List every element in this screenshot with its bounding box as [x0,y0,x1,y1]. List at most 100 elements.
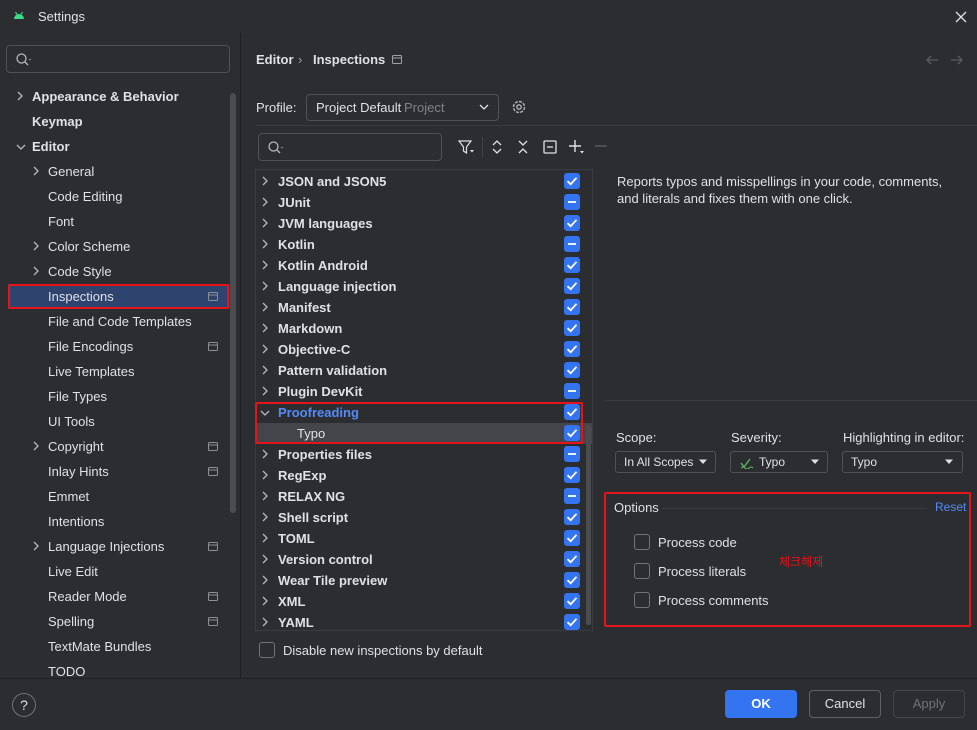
checkbox-partial[interactable] [564,236,580,252]
inspection-row-kotlin[interactable]: Kotlin [256,234,592,255]
sidebar-item-reader-mode[interactable]: Reader Mode [8,584,230,609]
chevron-right-icon[interactable] [261,176,269,186]
sidebar-item-appearance-behavior[interactable]: Appearance & Behavior [8,84,230,109]
inspection-row-typo[interactable]: Typo [256,423,592,444]
inspection-row-wear-tile-preview[interactable]: Wear Tile preview [256,570,592,591]
sidebar-item-emmet[interactable]: Emmet [8,484,230,509]
checkbox-checked[interactable] [564,509,580,525]
checkbox-box[interactable] [634,563,650,579]
chevron-right-icon[interactable] [32,541,40,551]
chevron-right-icon[interactable] [261,617,269,627]
checkbox-box[interactable] [634,592,650,608]
inspection-row-jvm-languages[interactable]: JVM languages [256,213,592,234]
expand-all-icon[interactable] [490,138,504,156]
chevron-right-icon[interactable] [261,302,269,312]
help-button[interactable]: ? [12,693,36,717]
checkbox-checked[interactable] [564,467,580,483]
profile-dropdown[interactable]: Project Default Project [306,94,499,121]
chevron-down-icon[interactable] [16,143,26,151]
chevron-right-icon[interactable] [32,241,40,251]
reset-to-default-icon[interactable] [542,138,558,156]
inspection-row-objective-c[interactable]: Objective-C [256,339,592,360]
gear-icon[interactable] [510,98,528,116]
chevron-right-icon[interactable] [261,218,269,228]
inspection-row-regexp[interactable]: RegExp [256,465,592,486]
sidebar-item-code-style[interactable]: Code Style [8,259,230,284]
sidebar-item-code-editing[interactable]: Code Editing [8,184,230,209]
chevron-right-icon[interactable] [261,554,269,564]
checkbox-partial[interactable] [564,446,580,462]
remove-icon[interactable] [594,138,608,156]
checkbox-checked[interactable] [564,404,580,420]
close-icon[interactable] [952,8,970,26]
checkbox-checked[interactable] [564,572,580,588]
chevron-right-icon[interactable] [261,386,269,396]
sidebar-item-todo[interactable]: TODO [8,659,230,684]
cancel-button[interactable]: Cancel [809,690,881,718]
reset-link[interactable]: Reset [935,500,966,514]
severity-dropdown[interactable]: Typo [730,451,828,473]
inspection-row-toml[interactable]: TOML [256,528,592,549]
add-icon[interactable] [567,138,585,156]
sidebar-item-spelling[interactable]: Spelling [8,609,230,634]
chevron-right-icon[interactable] [261,323,269,333]
forward-arrow-icon[interactable] [950,54,964,66]
chevron-right-icon[interactable] [261,365,269,375]
checkbox-checked[interactable] [564,425,580,441]
chevron-down-icon[interactable] [260,409,270,417]
sidebar-item-general[interactable]: General [8,159,230,184]
sidebar-item-language-injections[interactable]: Language Injections [8,534,230,559]
chevron-right-icon[interactable] [261,239,269,249]
sidebar-item-copyright[interactable]: Copyright [8,434,230,459]
back-arrow-icon[interactable] [925,54,939,66]
inspection-row-junit[interactable]: JUnit [256,192,592,213]
sidebar-item-inlay-hints[interactable]: Inlay Hints [8,459,230,484]
chevron-right-icon[interactable] [261,491,269,501]
sidebar-item-live-templates[interactable]: Live Templates [8,359,230,384]
sidebar-item-keymap[interactable]: Keymap [8,109,230,134]
chevron-right-icon[interactable] [261,281,269,291]
inspection-row-yaml[interactable]: YAML [256,612,592,630]
checkbox-checked[interactable] [564,362,580,378]
chevron-right-icon[interactable] [16,91,24,101]
sidebar-item-textmate-bundles[interactable]: TextMate Bundles [8,634,230,659]
inspection-row-json-and-json5[interactable]: JSON and JSON5 [256,171,592,192]
checkbox-partial[interactable] [564,488,580,504]
checkbox-checked[interactable] [564,320,580,336]
inspection-row-language-injection[interactable]: Language injection [256,276,592,297]
checkbox-box[interactable] [634,534,650,550]
chevron-right-icon[interactable] [261,596,269,606]
chevron-right-icon[interactable] [261,470,269,480]
chevron-right-icon[interactable] [32,166,40,176]
ok-button[interactable]: OK [725,690,797,718]
chevron-right-icon[interactable] [261,344,269,354]
inspection-search-input[interactable] [258,133,442,161]
checkbox-checked[interactable] [564,341,580,357]
inspections-scrollbar[interactable] [586,425,591,625]
sidebar-search-input[interactable] [6,45,230,73]
inspection-row-manifest[interactable]: Manifest [256,297,592,318]
inspection-row-plugin-devkit[interactable]: Plugin DevKit [256,381,592,402]
sidebar-scrollbar[interactable] [230,93,236,513]
sidebar-item-live-edit[interactable]: Live Edit [8,559,230,584]
sidebar-item-color-scheme[interactable]: Color Scheme [8,234,230,259]
checkbox-checked[interactable] [564,530,580,546]
sidebar-item-file-types[interactable]: File Types [8,384,230,409]
breadcrumb-editor[interactable]: Editor [256,52,294,67]
sidebar-item-intentions[interactable]: Intentions [8,509,230,534]
sidebar-item-file-encodings[interactable]: File Encodings [8,334,230,359]
chevron-right-icon[interactable] [32,441,40,451]
checkbox-box[interactable] [259,642,275,658]
chevron-right-icon[interactable] [261,575,269,585]
sidebar-item-font[interactable]: Font [8,209,230,234]
checkbox-checked[interactable] [564,299,580,315]
checkbox-partial[interactable] [564,194,580,210]
checkbox-checked[interactable] [564,278,580,294]
splitter[interactable] [604,400,977,401]
inspection-row-shell-script[interactable]: Shell script [256,507,592,528]
chevron-right-icon[interactable] [32,266,40,276]
chevron-right-icon[interactable] [261,512,269,522]
apply-button[interactable]: Apply [893,690,965,718]
inspection-row-properties-files[interactable]: Properties files [256,444,592,465]
sidebar-item-inspections[interactable]: Inspections [8,284,230,309]
